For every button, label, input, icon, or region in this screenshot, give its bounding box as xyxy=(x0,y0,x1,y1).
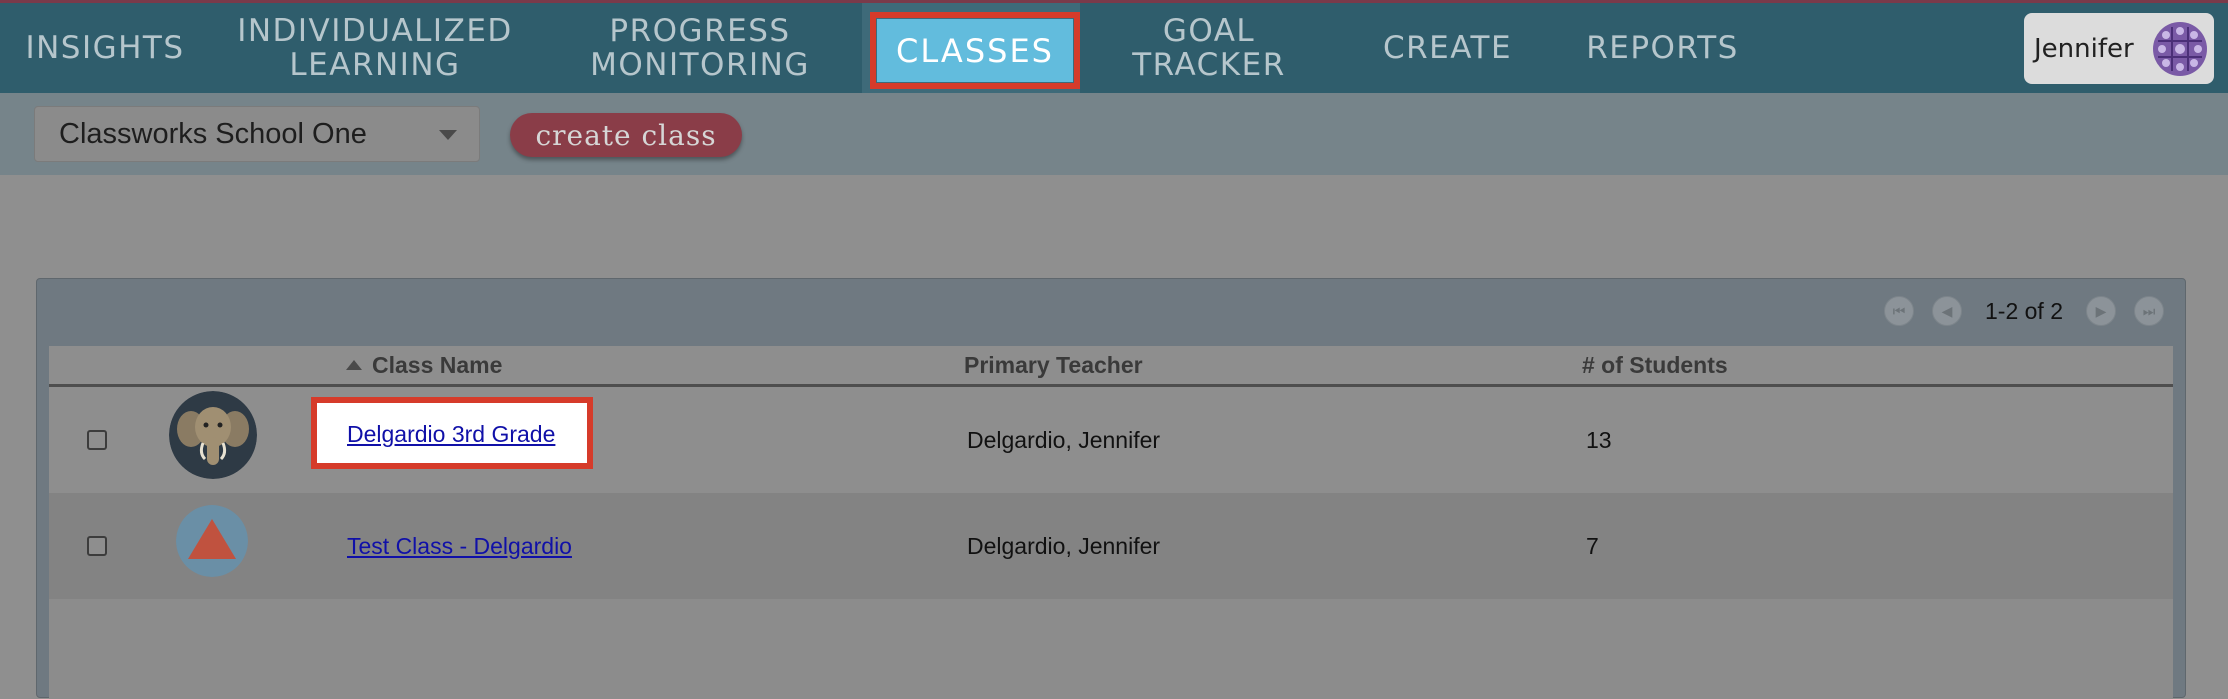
nav-individualized-learning[interactable]: INDIVIDUALIZED LEARNING xyxy=(235,3,515,93)
nav-reports[interactable]: REPORTS xyxy=(1570,3,1755,93)
elephant-icon xyxy=(169,391,257,479)
next-page-icon[interactable]: ▶ xyxy=(2086,296,2116,326)
column-num-students-label: # of Students xyxy=(1582,351,1728,378)
row-checkbox[interactable] xyxy=(87,536,107,556)
toolbar: Classworks School One create class xyxy=(0,93,2228,175)
primary-teacher: Delgardio, Jennifer xyxy=(967,533,1161,559)
row-checkbox[interactable] xyxy=(87,430,107,450)
pager: ⏮ ◀ 1-2 of 2 ▶ ⏭ xyxy=(1875,293,2173,329)
student-count: 13 xyxy=(1586,427,1612,453)
user-avatar-icon xyxy=(2153,22,2207,76)
create-class-button[interactable]: create class xyxy=(510,113,742,157)
user-name: Jennifer xyxy=(2034,33,2134,64)
classes-table: Class Name Primary Teacher # of Students xyxy=(49,346,2173,699)
column-primary-teacher[interactable]: Primary Teacher xyxy=(964,346,1143,384)
column-primary-teacher-label: Primary Teacher xyxy=(964,351,1143,378)
prev-page-icon[interactable]: ◀ xyxy=(1932,296,1962,326)
first-page-icon[interactable]: ⏮ xyxy=(1884,296,1914,326)
user-menu[interactable]: Jennifer xyxy=(2024,13,2214,84)
chevron-down-icon xyxy=(439,130,457,140)
column-num-students[interactable]: # of Students xyxy=(1582,346,1728,384)
student-count: 7 xyxy=(1586,533,1599,559)
column-class-name[interactable]: Class Name xyxy=(346,346,502,384)
nav-goal-tracker[interactable]: GOAL TRACKER xyxy=(1086,3,1332,93)
table-row: Test Class - Delgardio Delgardio, Jennif… xyxy=(49,493,2173,599)
column-class-name-label: Class Name xyxy=(372,351,503,378)
class-link[interactable]: Test Class - Delgardio xyxy=(347,533,572,560)
school-select-value: Classworks School One xyxy=(59,117,367,150)
top-nav: INSIGHTS INDIVIDUALIZED LEARNING PROGRES… xyxy=(0,0,2228,93)
class-link[interactable]: Delgardio 3rd Grade xyxy=(347,421,555,448)
nav-progress-monitoring[interactable]: PROGRESS MONITORING xyxy=(560,3,840,93)
table-header: Class Name Primary Teacher # of Students xyxy=(49,346,2173,387)
pager-status: 1-2 of 2 xyxy=(1985,297,2063,324)
school-select[interactable]: Classworks School One xyxy=(34,106,480,162)
sort-ascending-icon xyxy=(346,360,362,370)
triangle-icon xyxy=(176,505,248,577)
nav-classes[interactable]: CLASSES xyxy=(870,12,1080,89)
classes-panel: ⏮ ◀ 1-2 of 2 ▶ ⏭ Class Name Primary Teac… xyxy=(36,278,2186,699)
nav-insights[interactable]: INSIGHTS xyxy=(0,3,210,93)
nav-create[interactable]: CREATE xyxy=(1370,3,1525,93)
primary-teacher: Delgardio, Jennifer xyxy=(967,427,1161,453)
table-row: Delgardio 3rd Grade Delgardio, Jennifer … xyxy=(49,387,2173,493)
last-page-icon[interactable]: ⏭ xyxy=(2134,296,2164,326)
